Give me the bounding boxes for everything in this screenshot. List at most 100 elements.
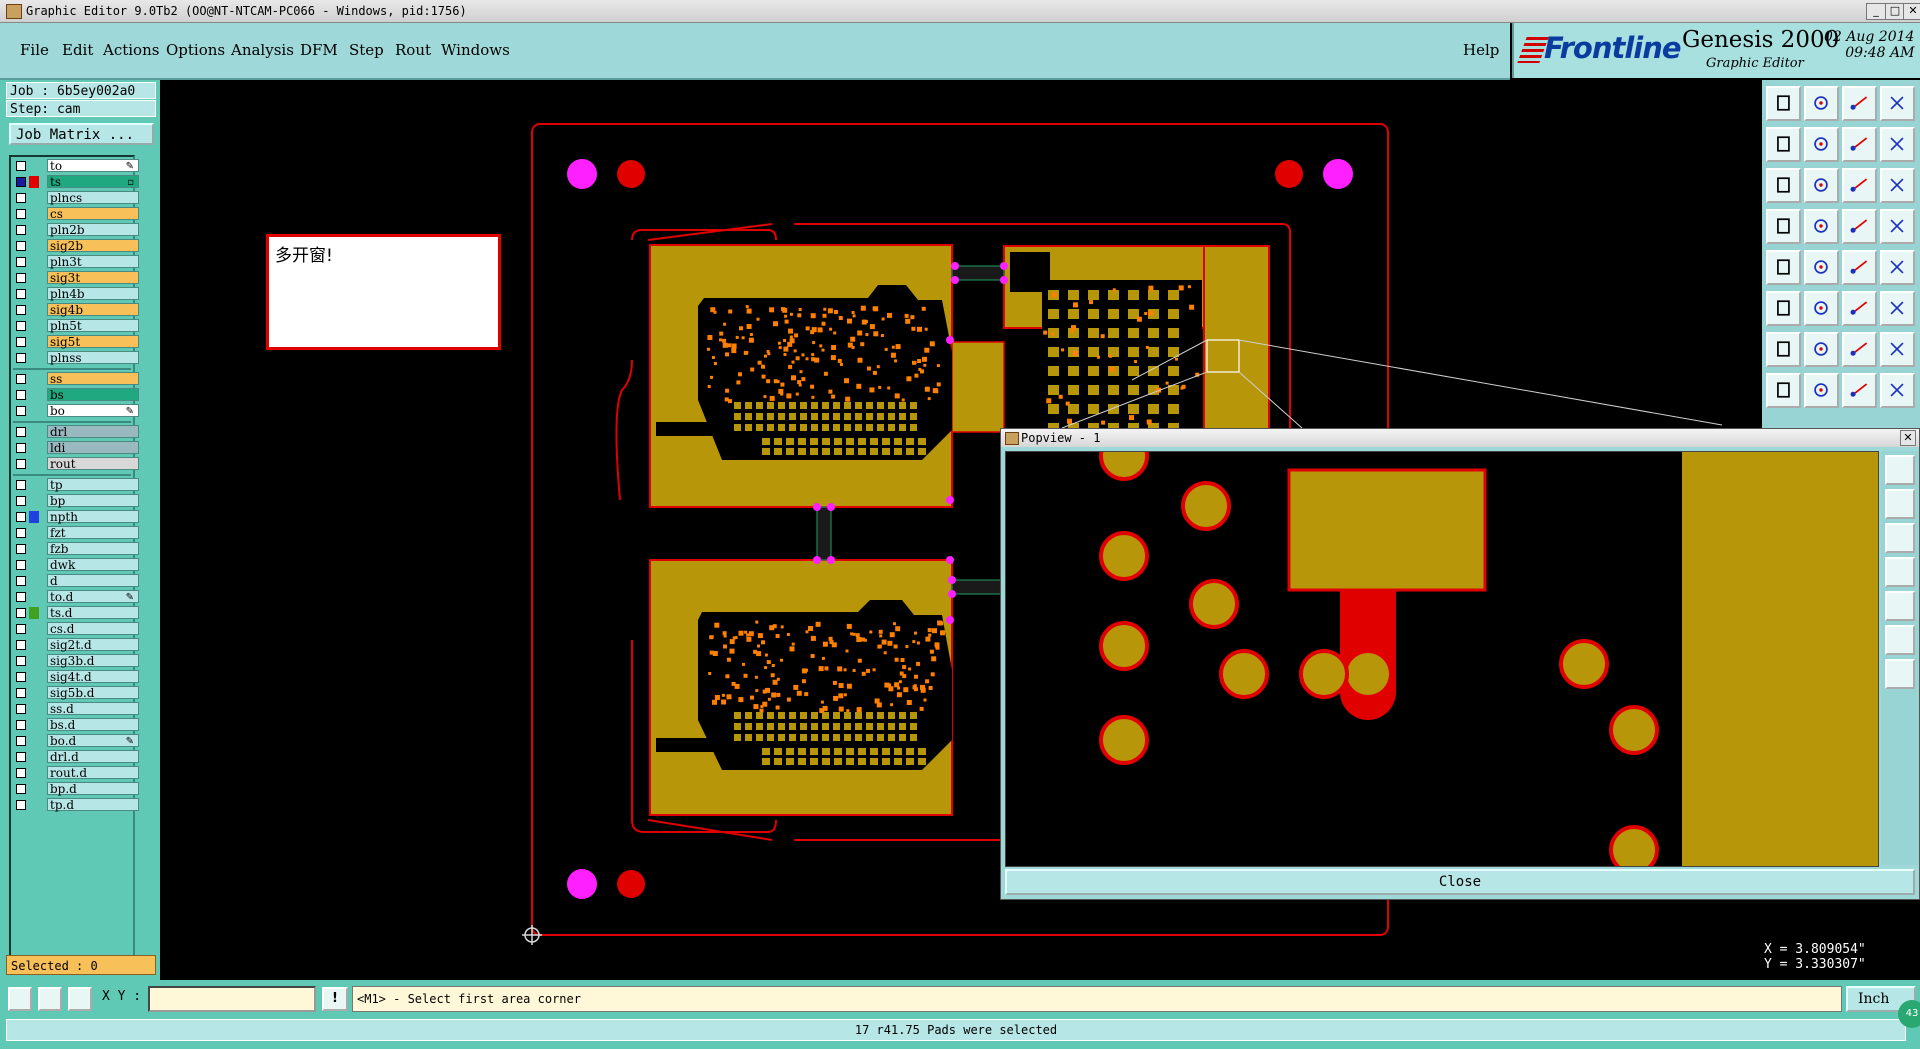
layer-checkbox[interactable] xyxy=(16,177,26,187)
layer-name[interactable]: drl xyxy=(47,425,139,439)
menu-dfm[interactable]: DFM xyxy=(300,41,338,59)
layer-checkbox[interactable] xyxy=(16,161,26,171)
home-icon[interactable] xyxy=(1842,86,1877,121)
maximize-button[interactable]: □ xyxy=(1885,3,1905,20)
layer-checkbox[interactable] xyxy=(16,672,26,682)
layer-row[interactable]: sig5b.d xyxy=(13,686,139,700)
layer-name[interactable]: ts ▫ xyxy=(47,175,139,189)
layer-checkbox[interactable] xyxy=(16,512,26,522)
area-icon[interactable] xyxy=(1804,250,1839,285)
layer-checkbox[interactable] xyxy=(16,305,26,315)
menu-windows[interactable]: Windows xyxy=(441,41,510,59)
layer-checkbox[interactable] xyxy=(16,576,26,586)
close-window-button[interactable]: ✕ xyxy=(1903,3,1920,20)
popview-center-icon[interactable] xyxy=(1885,659,1915,689)
layer-checkbox[interactable] xyxy=(16,640,26,650)
undo-icon[interactable] xyxy=(1766,86,1801,121)
layer-name[interactable]: sig3t xyxy=(47,271,139,285)
menu-options[interactable]: Options xyxy=(166,41,225,59)
layer-name[interactable]: bo.d ✎ xyxy=(47,734,139,748)
layer-row[interactable]: cs.d xyxy=(13,622,139,636)
layer-name[interactable]: bp.d xyxy=(47,782,139,796)
layer-name[interactable]: drl.d xyxy=(47,750,139,764)
popview-close-x-button[interactable]: ✕ xyxy=(1900,430,1916,446)
arc-icon[interactable] xyxy=(1766,332,1801,367)
layer-row[interactable]: bp.d xyxy=(13,782,139,796)
route-icon[interactable] xyxy=(1880,291,1915,326)
layer-name[interactable]: dwk xyxy=(47,558,139,572)
layer-name[interactable]: ldi xyxy=(47,441,139,455)
popview-pan-left-icon[interactable] xyxy=(1885,557,1915,587)
pad-icon[interactable] xyxy=(1766,373,1801,408)
layer-row[interactable]: bo.d ✎ xyxy=(13,734,139,748)
layer-row[interactable]: sig5t xyxy=(13,335,139,349)
menu-actions[interactable]: Actions xyxy=(103,41,159,59)
popview-zoom-out-icon[interactable] xyxy=(1885,489,1915,519)
layer-row[interactable]: ts ▫ xyxy=(13,175,139,189)
layer-checkbox[interactable] xyxy=(16,608,26,618)
warning-button[interactable]: ! xyxy=(322,987,348,1011)
layer-name[interactable]: bp xyxy=(47,494,139,508)
menu-analysis[interactable]: Analysis xyxy=(231,41,294,59)
layer-checkbox[interactable] xyxy=(16,257,26,267)
layer-checkbox[interactable] xyxy=(16,736,26,746)
layer-name[interactable]: fzt xyxy=(47,526,139,540)
layer-name[interactable]: rout xyxy=(47,457,139,471)
popview-fit-icon[interactable] xyxy=(1885,625,1915,655)
layer-row[interactable]: pln4b xyxy=(13,287,139,301)
layer-row[interactable]: fzb xyxy=(13,542,139,556)
layer-row[interactable]: bp xyxy=(13,494,139,508)
polygon-icon[interactable] xyxy=(1880,250,1915,285)
move-right-icon[interactable] xyxy=(1804,127,1839,162)
layer-row[interactable]: npth xyxy=(13,510,139,524)
layer-checkbox[interactable] xyxy=(16,353,26,363)
slash-icon[interactable] xyxy=(1804,332,1839,367)
popview-zoom-in-icon[interactable] xyxy=(1885,455,1915,485)
layer-row[interactable]: drl xyxy=(13,425,139,439)
layout-icon[interactable] xyxy=(1880,86,1915,121)
layer-name[interactable]: bo ✎ xyxy=(47,404,139,418)
layer-row[interactable]: ss.d xyxy=(13,702,139,716)
layer-row[interactable]: rout.d xyxy=(13,766,139,780)
cross-icon[interactable] xyxy=(1804,291,1839,326)
layer-row[interactable]: plncs xyxy=(13,191,139,205)
menu-help[interactable]: Help xyxy=(1463,41,1499,59)
trace-icon[interactable] xyxy=(1804,373,1839,408)
layer-name[interactable]: bs.d xyxy=(47,718,139,732)
layer-row[interactable]: ldi xyxy=(13,441,139,455)
layer-row[interactable]: to ✎ xyxy=(13,159,139,173)
layer-checkbox[interactable] xyxy=(16,406,26,416)
menu-file[interactable]: File xyxy=(20,41,49,59)
flip-icon[interactable] xyxy=(1842,127,1877,162)
layer-checkbox[interactable] xyxy=(16,624,26,634)
layer-row[interactable]: tp xyxy=(13,478,139,492)
net-icon[interactable] xyxy=(1766,291,1801,326)
mirror-icon[interactable] xyxy=(1880,127,1915,162)
layer-row[interactable]: sig2b xyxy=(13,239,139,253)
layer-row[interactable]: sig4b xyxy=(13,303,139,317)
popview-pan-up-icon[interactable] xyxy=(1885,523,1915,553)
layer-name[interactable]: pln4b xyxy=(47,287,139,301)
menu-edit[interactable]: Edit xyxy=(62,41,93,59)
layer-row[interactable]: drl.d xyxy=(13,750,139,764)
layer-checkbox[interactable] xyxy=(16,768,26,778)
layer-row[interactable]: tp.d xyxy=(13,798,139,812)
redo-icon[interactable] xyxy=(1804,86,1839,121)
layer-name[interactable]: sig5b.d xyxy=(47,686,139,700)
layer-checkbox[interactable] xyxy=(16,752,26,762)
layer-row[interactable]: pln3t xyxy=(13,255,139,269)
layer-name[interactable]: tp xyxy=(47,478,139,492)
layer-checkbox[interactable] xyxy=(16,459,26,469)
layer-name[interactable]: sig5t xyxy=(47,335,139,349)
job-matrix-button[interactable]: Job Matrix ... xyxy=(9,123,154,145)
menu-rout[interactable]: Rout xyxy=(395,41,431,59)
layer-row[interactable]: fzt xyxy=(13,526,139,540)
connect-icon[interactable] xyxy=(1842,291,1877,326)
layer-checkbox[interactable] xyxy=(16,528,26,538)
layer-name[interactable]: to.d ✎ xyxy=(47,590,139,604)
layer-checkbox[interactable] xyxy=(16,209,26,219)
layer-name[interactable]: sig4b xyxy=(47,303,139,317)
layer-checkbox[interactable] xyxy=(16,273,26,283)
layer-row[interactable]: bs xyxy=(13,388,139,402)
layer-name[interactable]: plnss xyxy=(47,351,139,365)
